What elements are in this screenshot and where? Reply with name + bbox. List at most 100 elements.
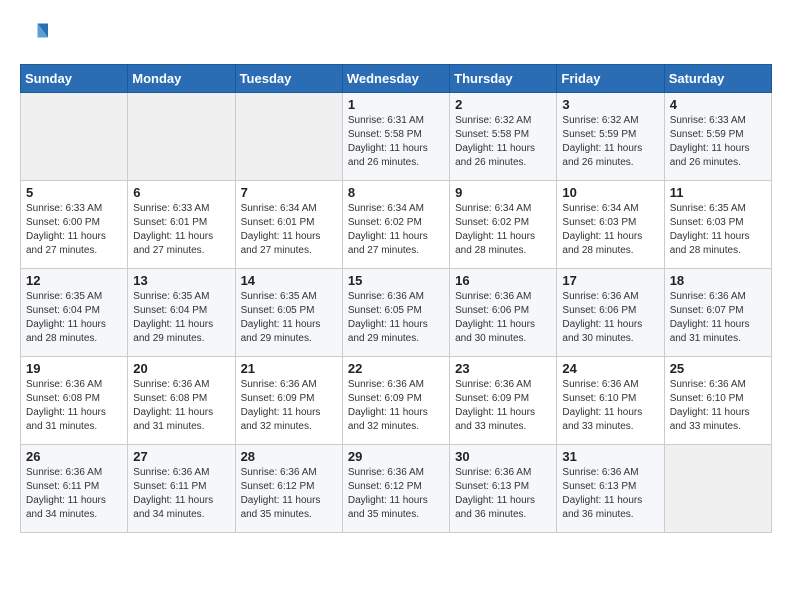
day-number: 29 [348,449,444,464]
cell-info: Sunrise: 6:36 AM Sunset: 6:09 PM Dayligh… [348,378,444,434]
cell-info: Sunrise: 6:33 AM Sunset: 5:59 PM Dayligh… [670,114,766,170]
calendar-cell: 19 Sunrise: 6:36 AM Sunset: 6:08 PM Dayli… [21,357,128,445]
day-number: 2 [455,97,551,112]
calendar-cell [235,93,342,181]
calendar-table: SundayMondayTuesdayWednesdayThursdayFrid… [20,64,772,533]
cell-info: Sunrise: 6:36 AM Sunset: 6:09 PM Dayligh… [455,378,551,434]
cell-info: Sunrise: 6:36 AM Sunset: 6:13 PM Dayligh… [562,466,658,522]
cell-info: Sunrise: 6:36 AM Sunset: 6:09 PM Dayligh… [241,378,337,434]
day-number: 27 [133,449,229,464]
days-header-row: SundayMondayTuesdayWednesdayThursdayFrid… [21,65,772,93]
calendar-cell: 22 Sunrise: 6:36 AM Sunset: 6:09 PM Dayli… [342,357,449,445]
calendar-cell: 3 Sunrise: 6:32 AM Sunset: 5:59 PM Daylig… [557,93,664,181]
calendar-cell: 12 Sunrise: 6:35 AM Sunset: 6:04 PM Dayli… [21,269,128,357]
calendar-week-1: 1Sunrise: 6:31 AM Sunset: 5:58 PM Daylig… [21,93,772,181]
day-number: 7 [241,185,337,200]
calendar-cell: 7 Sunrise: 6:34 AM Sunset: 6:01 PM Daylig… [235,181,342,269]
day-number: 24 [562,361,658,376]
header-friday: Friday [557,65,664,93]
day-number: 20 [133,361,229,376]
day-number: 9 [455,185,551,200]
calendar-cell [21,93,128,181]
calendar-week-4: 19 Sunrise: 6:36 AM Sunset: 6:08 PM Dayli… [21,357,772,445]
calendar-cell: 25Sunrise: 6:36 AM Sunset: 6:10 PM Dayli… [664,357,771,445]
calendar-cell: 8 Sunrise: 6:34 AM Sunset: 6:02 PM Daylig… [342,181,449,269]
day-number: 15 [348,273,444,288]
calendar-cell: 13 Sunrise: 6:35 AM Sunset: 6:04 PM Dayli… [128,269,235,357]
day-number: 17 [562,273,658,288]
cell-info: Sunrise: 6:32 AM Sunset: 5:59 PM Dayligh… [562,114,658,170]
cell-info: Sunrise: 6:36 AM Sunset: 6:08 PM Dayligh… [133,378,229,434]
calendar-cell: 14 Sunrise: 6:35 AM Sunset: 6:05 PM Dayli… [235,269,342,357]
calendar-cell: 16Sunrise: 6:36 AM Sunset: 6:06 PM Dayli… [450,269,557,357]
day-number: 8 [348,185,444,200]
calendar-cell: 21 Sunrise: 6:36 AM Sunset: 6:09 PM Dayli… [235,357,342,445]
day-number: 31 [562,449,658,464]
cell-info: Sunrise: 6:35 AM Sunset: 6:03 PM Dayligh… [670,202,766,258]
cell-info: Sunrise: 6:36 AM Sunset: 6:12 PM Dayligh… [241,466,337,522]
cell-info: Sunrise: 6:35 AM Sunset: 6:04 PM Dayligh… [133,290,229,346]
cell-info: Sunrise: 6:35 AM Sunset: 6:04 PM Dayligh… [26,290,122,346]
header-sunday: Sunday [21,65,128,93]
calendar-cell: 20 Sunrise: 6:36 AM Sunset: 6:08 PM Dayli… [128,357,235,445]
day-number: 19 [26,361,122,376]
cell-info: Sunrise: 6:36 AM Sunset: 6:13 PM Dayligh… [455,466,551,522]
calendar-cell: 23 Sunrise: 6:36 AM Sunset: 6:09 PM Dayli… [450,357,557,445]
day-number: 16 [455,273,551,288]
calendar-cell: 18 Sunrise: 6:36 AM Sunset: 6:07 PM Dayli… [664,269,771,357]
header-monday: Monday [128,65,235,93]
header-saturday: Saturday [664,65,771,93]
calendar-cell: 1Sunrise: 6:31 AM Sunset: 5:58 PM Daylig… [342,93,449,181]
calendar-week-2: 5Sunrise: 6:33 AM Sunset: 6:00 PM Daylig… [21,181,772,269]
logo [20,20,52,48]
day-number: 18 [670,273,766,288]
calendar-cell: 9 Sunrise: 6:34 AM Sunset: 6:02 PM Daylig… [450,181,557,269]
day-number: 13 [133,273,229,288]
day-number: 26 [26,449,122,464]
day-number: 10 [562,185,658,200]
day-number: 21 [241,361,337,376]
logo-icon [20,20,48,48]
calendar-cell: 29 Sunrise: 6:36 AM Sunset: 6:12 PM Dayli… [342,445,449,533]
calendar-cell: 26 Sunrise: 6:36 AM Sunset: 6:11 PM Dayli… [21,445,128,533]
day-number: 12 [26,273,122,288]
cell-info: Sunrise: 6:36 AM Sunset: 6:12 PM Dayligh… [348,466,444,522]
day-number: 30 [455,449,551,464]
cell-info: Sunrise: 6:36 AM Sunset: 6:11 PM Dayligh… [26,466,122,522]
cell-info: Sunrise: 6:31 AM Sunset: 5:58 PM Dayligh… [348,114,444,170]
calendar-cell: 30 Sunrise: 6:36 AM Sunset: 6:13 PM Dayli… [450,445,557,533]
day-number: 11 [670,185,766,200]
header-thursday: Thursday [450,65,557,93]
day-number: 14 [241,273,337,288]
header-tuesday: Tuesday [235,65,342,93]
cell-info: Sunrise: 6:34 AM Sunset: 6:03 PM Dayligh… [562,202,658,258]
cell-info: Sunrise: 6:36 AM Sunset: 6:05 PM Dayligh… [348,290,444,346]
day-number: 22 [348,361,444,376]
header-wednesday: Wednesday [342,65,449,93]
cell-info: Sunrise: 6:36 AM Sunset: 6:08 PM Dayligh… [26,378,122,434]
cell-info: Sunrise: 6:36 AM Sunset: 6:11 PM Dayligh… [133,466,229,522]
day-number: 6 [133,185,229,200]
day-number: 4 [670,97,766,112]
calendar-cell: 10 Sunrise: 6:34 AM Sunset: 6:03 PM Dayli… [557,181,664,269]
cell-info: Sunrise: 6:32 AM Sunset: 5:58 PM Dayligh… [455,114,551,170]
cell-info: Sunrise: 6:34 AM Sunset: 6:01 PM Dayligh… [241,202,337,258]
calendar-cell: 28Sunrise: 6:36 AM Sunset: 6:12 PM Dayli… [235,445,342,533]
cell-info: Sunrise: 6:35 AM Sunset: 6:05 PM Dayligh… [241,290,337,346]
calendar-cell: 31 Sunrise: 6:36 AM Sunset: 6:13 PM Dayli… [557,445,664,533]
calendar-cell: 24 Sunrise: 6:36 AM Sunset: 6:10 PM Dayli… [557,357,664,445]
calendar-cell: 6Sunrise: 6:33 AM Sunset: 6:01 PM Daylig… [128,181,235,269]
cell-info: Sunrise: 6:36 AM Sunset: 6:10 PM Dayligh… [562,378,658,434]
cell-info: Sunrise: 6:34 AM Sunset: 6:02 PM Dayligh… [348,202,444,258]
day-number: 23 [455,361,551,376]
calendar-week-5: 26 Sunrise: 6:36 AM Sunset: 6:11 PM Dayli… [21,445,772,533]
calendar-cell: 5Sunrise: 6:33 AM Sunset: 6:00 PM Daylig… [21,181,128,269]
cell-info: Sunrise: 6:33 AM Sunset: 6:00 PM Dayligh… [26,202,122,258]
calendar-week-3: 12 Sunrise: 6:35 AM Sunset: 6:04 PM Dayli… [21,269,772,357]
calendar-cell: 11 Sunrise: 6:35 AM Sunset: 6:03 PM Dayli… [664,181,771,269]
day-number: 3 [562,97,658,112]
calendar-cell: 17Sunrise: 6:36 AM Sunset: 6:06 PM Dayli… [557,269,664,357]
cell-info: Sunrise: 6:36 AM Sunset: 6:07 PM Dayligh… [670,290,766,346]
calendar-cell: 27 Sunrise: 6:36 AM Sunset: 6:11 PM Dayli… [128,445,235,533]
cell-info: Sunrise: 6:34 AM Sunset: 6:02 PM Dayligh… [455,202,551,258]
